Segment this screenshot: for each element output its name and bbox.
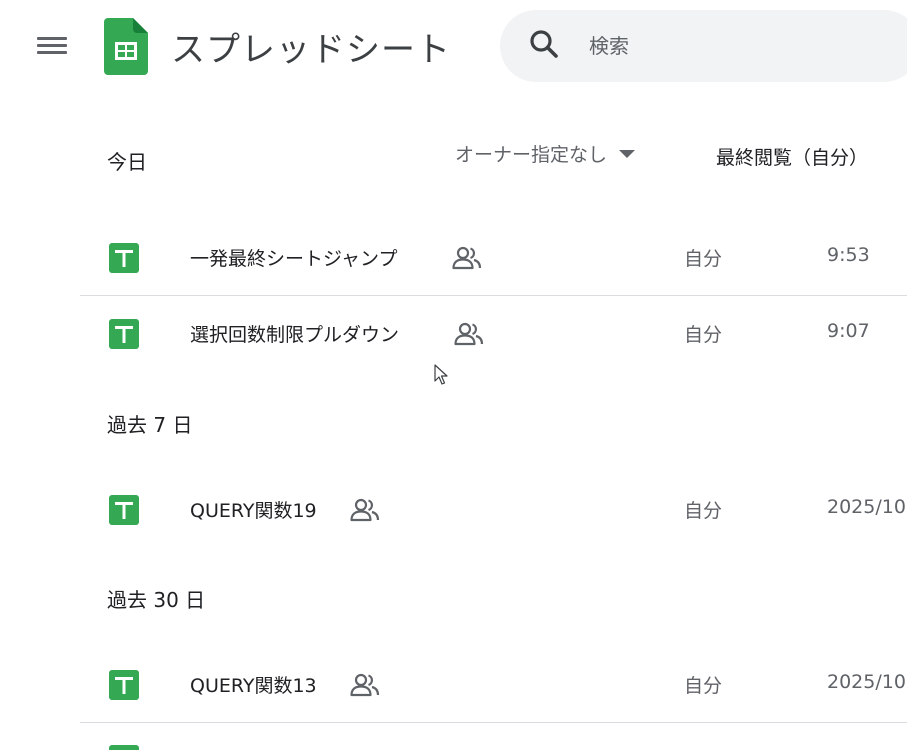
shared-people-icon <box>350 498 380 522</box>
shared-people-icon <box>454 322 484 346</box>
sheets-logo-icon[interactable] <box>104 18 148 75</box>
spreadsheet-file-icon <box>109 495 139 525</box>
sort-last-opened-button[interactable]: 最終閲覧（自分） <box>716 143 868 170</box>
search-input[interactable] <box>589 31 889 61</box>
file-name: QUERY関数19 <box>190 500 317 522</box>
spreadsheet-file-icon <box>109 243 139 273</box>
owner-filter-dropdown[interactable]: オーナー指定なし <box>455 140 636 167</box>
file-owner: 自分 <box>684 248 723 270</box>
file-owner: 自分 <box>684 500 723 522</box>
file-name: 一発最終シートジャンプ <box>190 248 398 270</box>
file-name: QUERY関数13 <box>190 675 317 697</box>
section-heading-past-30-days: 過去 30 日 <box>107 588 206 612</box>
spreadsheet-file-icon <box>109 319 139 349</box>
shared-people-icon <box>452 246 482 270</box>
file-row[interactable]: 一発最終シートジャンプ 自分 9:53 <box>80 220 907 296</box>
search-icon[interactable] <box>528 28 560 60</box>
file-owner: 自分 <box>684 675 723 697</box>
file-row[interactable]: QUERY関数19 自分 2025/10 <box>80 472 907 548</box>
main-menu-button[interactable] <box>32 30 72 62</box>
file-last-opened: 2025/10 <box>827 496 906 518</box>
owner-filter-label: オーナー指定なし <box>455 144 608 166</box>
file-row[interactable]: 選択回数制限プルダウン 自分 9:07 <box>80 296 907 372</box>
file-last-opened: 2025/10 <box>827 671 906 693</box>
menu-bar <box>37 51 67 54</box>
section-heading-past-7-days: 過去 7 日 <box>107 413 193 437</box>
spreadsheet-file-icon <box>109 670 139 700</box>
file-name: 選択回数制限プルダウン <box>190 324 400 346</box>
section-heading-today: 今日 <box>107 150 147 174</box>
file-last-opened: 9:53 <box>827 244 870 266</box>
file-row[interactable]: QUERY関数13 自分 2025/10 <box>80 647 907 723</box>
spreadsheet-file-icon <box>109 745 139 750</box>
file-last-opened: 9:07 <box>827 320 870 342</box>
file-owner: 自分 <box>684 324 723 346</box>
shared-people-icon <box>350 673 380 697</box>
caret-down-icon <box>619 149 636 158</box>
menu-bar <box>37 37 67 40</box>
menu-bar <box>37 44 67 47</box>
app-title[interactable]: スプレッドシート <box>171 22 451 71</box>
